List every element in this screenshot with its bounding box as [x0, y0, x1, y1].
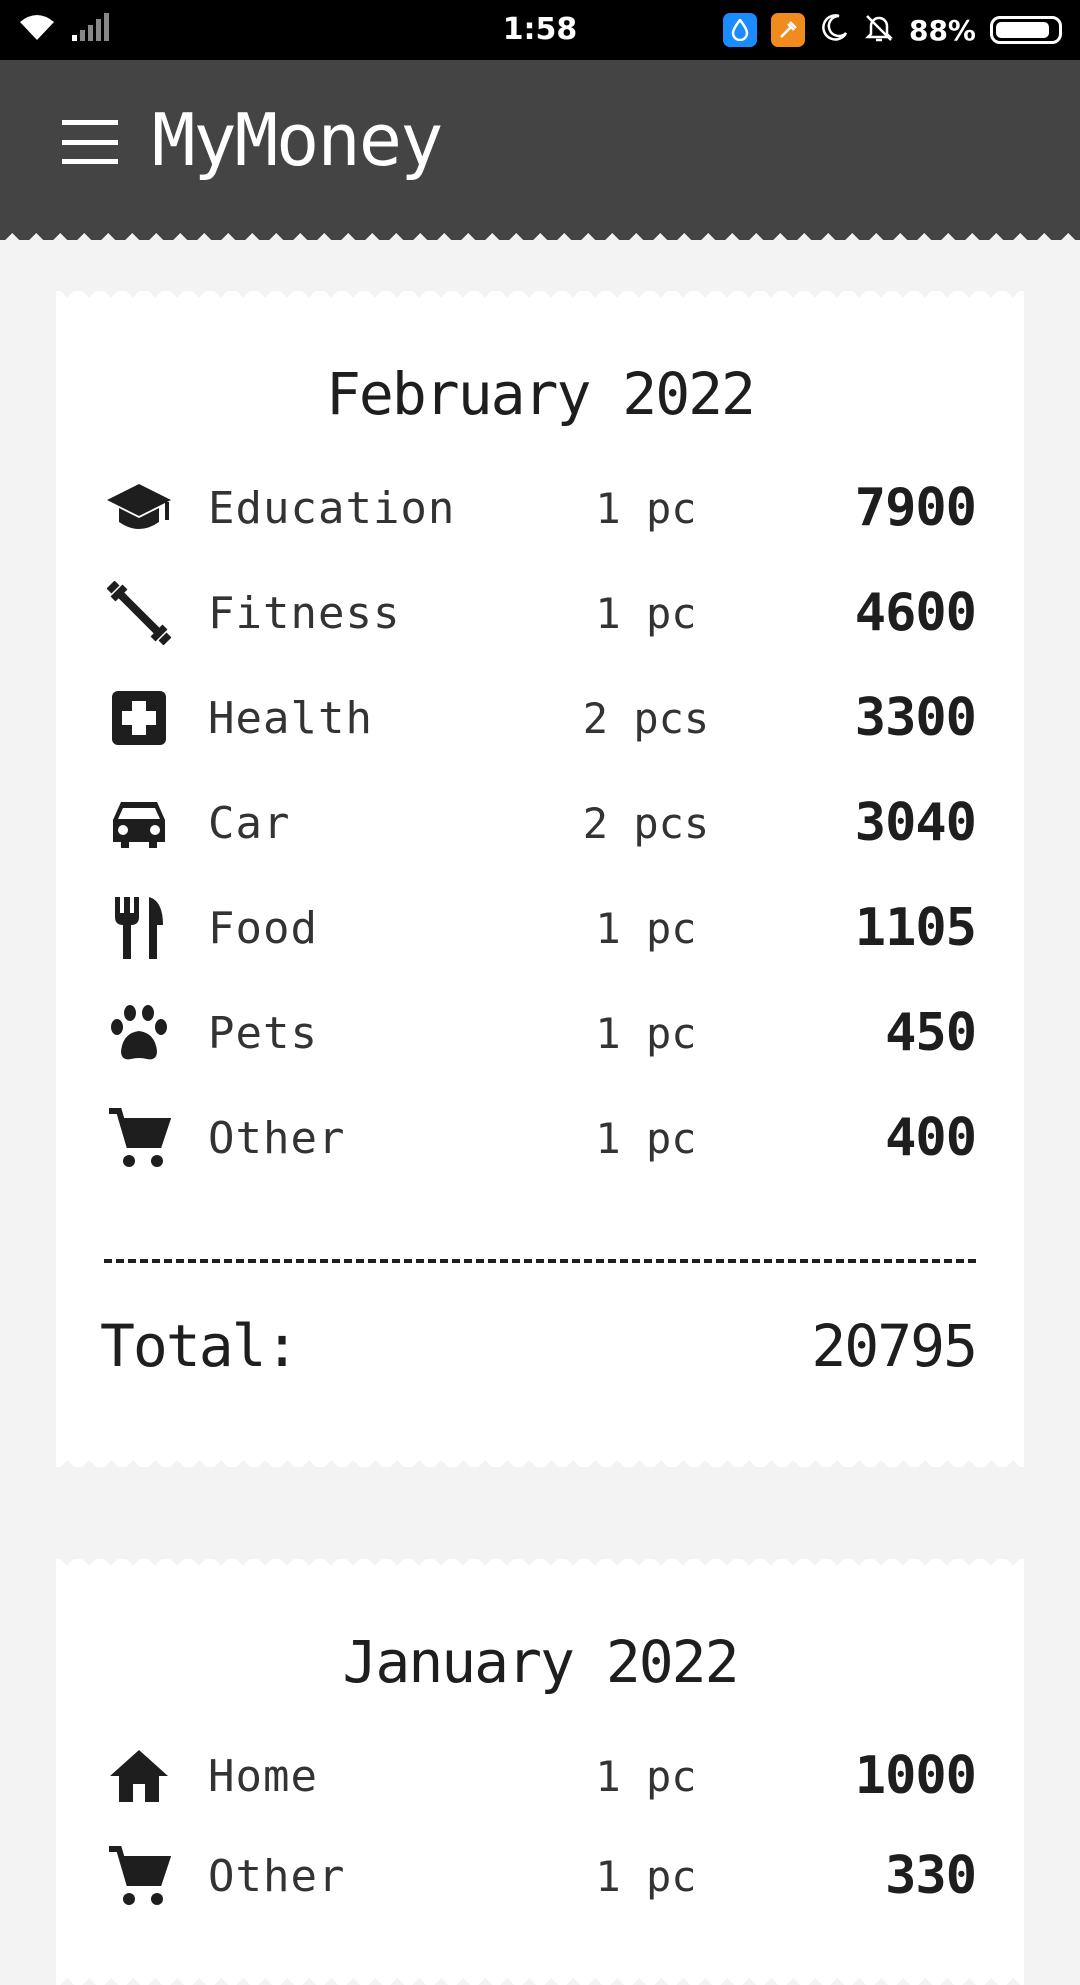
amount-label: 450 [885, 1003, 977, 1063]
app-bar-zigzag-edge [0, 226, 1080, 240]
category-label: Car [208, 797, 291, 849]
expense-row-home[interactable]: Home 1 pc 1000 [104, 1736, 977, 1816]
dumbbell-icon [104, 578, 174, 648]
home-icon [104, 1741, 174, 1811]
fork-knife-icon [104, 893, 174, 963]
category-label: Other [208, 1850, 346, 1902]
amount-label: 3300 [854, 688, 977, 748]
dashed-divider [104, 1259, 976, 1263]
quantity-label: 1 pc [595, 483, 697, 533]
amount-label: 400 [885, 1108, 977, 1168]
expense-row-pets[interactable]: Pets 1 pc 450 [104, 993, 977, 1073]
moon-icon [819, 13, 849, 47]
expense-row-other[interactable]: Other 1 pc 330 [104, 1836, 977, 1916]
total-value: 20795 [811, 1312, 978, 1380]
expense-row-food[interactable]: Food 1 pc 1105 [104, 888, 977, 968]
battery-percent: 88% [908, 13, 976, 47]
expense-row-car[interactable]: Car 2 pcs 3040 [104, 783, 977, 863]
category-label: Education [208, 482, 456, 534]
month-receipt-february[interactable]: February 2022 Education 1 pc 7900 Fitnes… [56, 291, 1024, 1467]
shopping-cart-icon [104, 1103, 174, 1173]
quantity-label: 1 pc [595, 588, 697, 638]
app-bar: MyMoney [0, 60, 1080, 240]
amount-label: 3040 [854, 793, 977, 853]
month-title: January 2022 [342, 1628, 739, 1696]
category-label: Other [208, 1112, 346, 1164]
bell-off-icon [863, 12, 895, 48]
status-right: 88% [722, 12, 1062, 48]
month-receipt-january[interactable]: January 2022 Home 1 pc 1000 Other 1 pc 3… [56, 1559, 1024, 1985]
category-label: Food [208, 902, 318, 954]
total-label: Total: [100, 1312, 300, 1380]
hamburger-menu-icon[interactable] [62, 120, 118, 164]
expense-row-fitness[interactable]: Fitness 1 pc 4600 [104, 573, 977, 653]
month-title: February 2022 [326, 360, 756, 428]
quantity-label: 1 pc [595, 1008, 697, 1058]
category-label: Home [208, 1750, 318, 1802]
category-label: Fitness [208, 587, 401, 639]
quantity-label: 1 pc [595, 1113, 697, 1163]
quantity-label: 1 pc [595, 1751, 697, 1801]
amount-label: 7900 [854, 478, 977, 538]
category-label: Pets [208, 1007, 318, 1059]
paw-icon [104, 998, 174, 1068]
amount-label: 4600 [854, 583, 977, 643]
amount-label: 1000 [854, 1746, 977, 1806]
app-title: MyMoney [152, 98, 443, 182]
battery-icon [990, 16, 1062, 44]
expense-row-other[interactable]: Other 1 pc 400 [104, 1098, 977, 1178]
amount-label: 1105 [854, 898, 977, 958]
quantity-label: 1 pc [595, 903, 697, 953]
car-icon [104, 788, 174, 858]
expense-row-health[interactable]: Health 2 pcs 3300 [104, 678, 977, 758]
cleaner-app-icon [770, 13, 805, 47]
water-drop-app-icon [722, 13, 757, 47]
quantity-label: 2 pcs [582, 693, 710, 743]
graduation-cap-icon [104, 473, 174, 543]
quantity-label: 2 pcs [582, 798, 710, 848]
medical-cross-icon [104, 683, 174, 753]
expense-row-education[interactable]: Education 1 pc 7900 [104, 468, 977, 548]
shopping-cart-icon [104, 1841, 174, 1911]
quantity-label: 1 pc [595, 1851, 697, 1901]
amount-label: 330 [885, 1846, 977, 1906]
category-label: Health [208, 692, 373, 744]
status-bar: 1:58 88% [0, 0, 1080, 60]
